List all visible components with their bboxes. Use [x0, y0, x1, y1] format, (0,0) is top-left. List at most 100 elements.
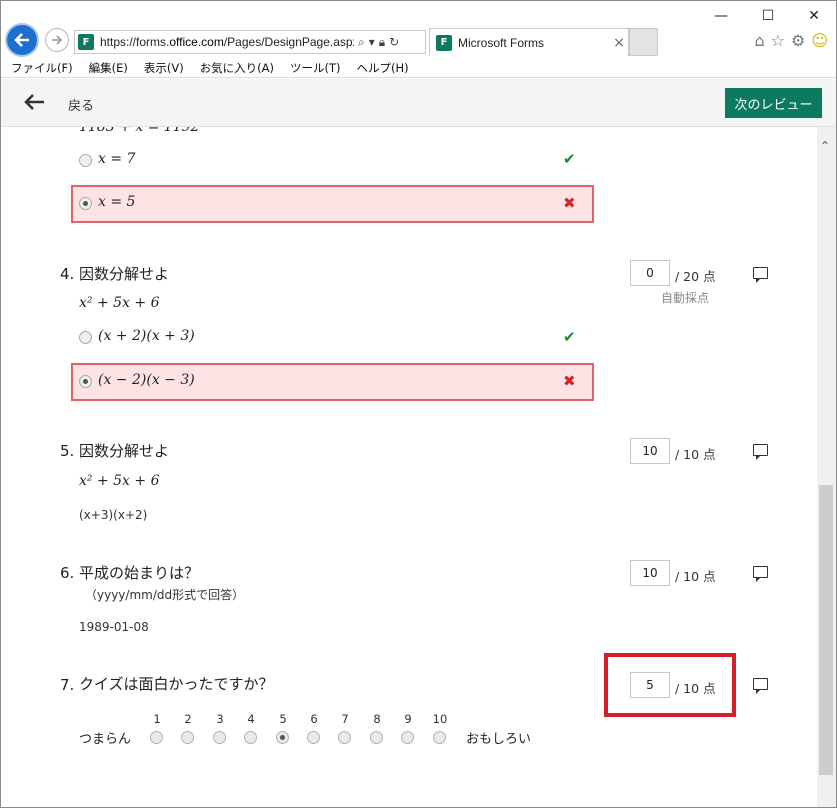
q6-title: 平成の始まりは？: [79, 564, 200, 582]
scale-number: 7: [341, 712, 349, 726]
q4-expression: x² + 5x + 6: [79, 295, 160, 311]
comment-icon[interactable]: [753, 267, 768, 283]
q6-max-score: / 10 点: [675, 569, 716, 584]
forms-header: 戻る 次のレビュー: [1, 79, 836, 127]
scale-number: 5: [279, 712, 287, 726]
browser-back-button[interactable]: [5, 23, 39, 57]
incorrect-x-icon: ✖: [563, 194, 576, 212]
close-tab-icon[interactable]: ×: [610, 35, 628, 51]
dropdown-icon[interactable]: ▾: [369, 35, 375, 49]
browser-toolbar: F https://forms.office.com/Pages/DesignP…: [1, 1, 836, 58]
correct-check-icon: ✔: [563, 150, 576, 168]
scrollbar-thumb[interactable]: [819, 485, 833, 775]
close-window-button[interactable]: ✕: [799, 5, 829, 27]
scale-number: 10: [432, 712, 448, 726]
minimize-button[interactable]: —: [706, 5, 736, 27]
scale-radio-3[interactable]: [213, 731, 226, 744]
forms-favicon-icon: F: [436, 34, 452, 51]
q4-option-label: (x + 2)(x + 3): [98, 328, 195, 344]
new-tab-button[interactable]: [629, 28, 658, 56]
lock-icon[interactable]: 🔒︎: [379, 35, 385, 50]
q4-max-score: / 20 点: [675, 269, 716, 284]
q5-title: 因数分解せよ: [79, 442, 170, 460]
arrow-right-icon: [52, 35, 63, 45]
q3-wrong-answer-box: [71, 185, 594, 223]
scroll-up-icon[interactable]: ⌃: [820, 139, 830, 153]
q5-number: 5.: [60, 442, 75, 460]
scale-number: 8: [373, 712, 381, 726]
q7-right-label: おもしろい: [466, 732, 532, 747]
comment-icon[interactable]: [753, 678, 768, 694]
q6-answer: 1989-01-08: [79, 620, 149, 634]
scale-number: 9: [404, 712, 412, 726]
q3-option-label: x = 7: [98, 151, 136, 167]
browser-forward-button[interactable]: [45, 28, 69, 52]
menu-edit[interactable]: 編集(E): [89, 58, 128, 77]
menu-favorites[interactable]: お気に入り(A): [200, 58, 274, 77]
menu-file[interactable]: ファイル(F): [11, 58, 73, 77]
scale-radio-1[interactable]: [150, 731, 163, 744]
arrow-left-icon: [14, 33, 29, 47]
maximize-button[interactable]: ☐: [753, 5, 783, 27]
scale-radio-10[interactable]: [433, 731, 446, 744]
q3-option-label: x = 5: [98, 194, 136, 210]
q7-left-label: つまらん: [79, 732, 132, 747]
scale-number: 1: [153, 712, 161, 726]
q7-number: 7.: [60, 676, 75, 694]
q3-equation: 1183 + x = 1192: [79, 127, 200, 135]
q6-number: 6.: [60, 564, 75, 582]
comment-icon[interactable]: [753, 444, 768, 460]
incorrect-x-icon: ✖: [563, 372, 576, 390]
q4-option-radio[interactable]: [79, 375, 92, 388]
vertical-scrollbar[interactable]: ⌃: [817, 127, 836, 807]
q5-score-input[interactable]: 10: [630, 438, 670, 464]
menu-bar: ファイル(F) 編集(E) 表示(V) お気に入り(A) ツール(T) ヘルプ(…: [1, 58, 836, 78]
q4-option-label: (x − 2)(x − 3): [98, 372, 195, 388]
q4-title: 因数分解せよ: [79, 265, 170, 283]
scale-radio-6[interactable]: [307, 731, 320, 744]
scale-number: 4: [247, 712, 255, 726]
q5-expression: x² + 5x + 6: [79, 473, 160, 489]
scale-number: 2: [184, 712, 192, 726]
review-content: 1183 + x = 1192 x = 7 ✔ x = 5 ✖ 4. 因数分解せ…: [1, 127, 817, 807]
correct-check-icon: ✔: [563, 328, 576, 346]
browser-window: F https://forms.office.com/Pages/DesignP…: [0, 0, 837, 808]
scale-radio-5[interactable]: [276, 731, 289, 744]
menu-view[interactable]: 表示(V): [144, 58, 184, 77]
scale-radio-4[interactable]: [244, 731, 257, 744]
scale-radio-9[interactable]: [401, 731, 414, 744]
next-review-button[interactable]: 次のレビュー: [725, 88, 822, 118]
q5-answer: (x+3)(x+2): [79, 508, 148, 522]
refresh-icon[interactable]: ↻: [389, 35, 399, 49]
scale-number: 6: [310, 712, 318, 726]
home-icon[interactable]: ⌂: [754, 31, 764, 50]
q3-option-radio[interactable]: [79, 197, 92, 210]
highlight-frame: [604, 653, 736, 717]
back-arrow-icon[interactable]: [23, 92, 45, 116]
q6-score-input[interactable]: 10: [630, 560, 670, 586]
feedback-smiley-icon[interactable]: ☺: [811, 31, 828, 50]
comment-icon[interactable]: [753, 566, 768, 582]
settings-gear-icon[interactable]: ⚙: [791, 31, 805, 50]
q6-hint: （yyyy/mm/dd形式で回答）: [85, 588, 245, 602]
q4-option-radio[interactable]: [79, 331, 92, 344]
tab-microsoft-forms[interactable]: F Microsoft Forms ×: [429, 28, 629, 56]
q4-score-input[interactable]: 0: [630, 260, 670, 286]
forms-favicon-icon: F: [78, 34, 94, 50]
q5-max-score: / 10 点: [675, 447, 716, 462]
q4-auto-grade-label: 自動採点: [661, 291, 710, 305]
menu-tools[interactable]: ツール(T): [290, 58, 341, 77]
q7-title: クイズは面白かったですか？: [79, 675, 274, 693]
search-icon[interactable]: ⌕: [358, 35, 365, 50]
tab-title: Microsoft Forms: [458, 35, 545, 50]
scale-radio-7[interactable]: [338, 731, 351, 744]
address-bar[interactable]: F https://forms.office.com/Pages/DesignP…: [74, 30, 426, 54]
favorites-star-icon[interactable]: ☆: [771, 31, 785, 50]
menu-help[interactable]: ヘルプ(H): [357, 58, 409, 77]
url-text[interactable]: https://forms.office.com/Pages/DesignPag…: [100, 35, 354, 49]
q3-option-radio[interactable]: [79, 154, 92, 167]
back-link[interactable]: 戻る: [68, 95, 94, 114]
scale-radio-2[interactable]: [181, 731, 194, 744]
q4-number: 4.: [60, 265, 75, 283]
scale-radio-8[interactable]: [370, 731, 383, 744]
